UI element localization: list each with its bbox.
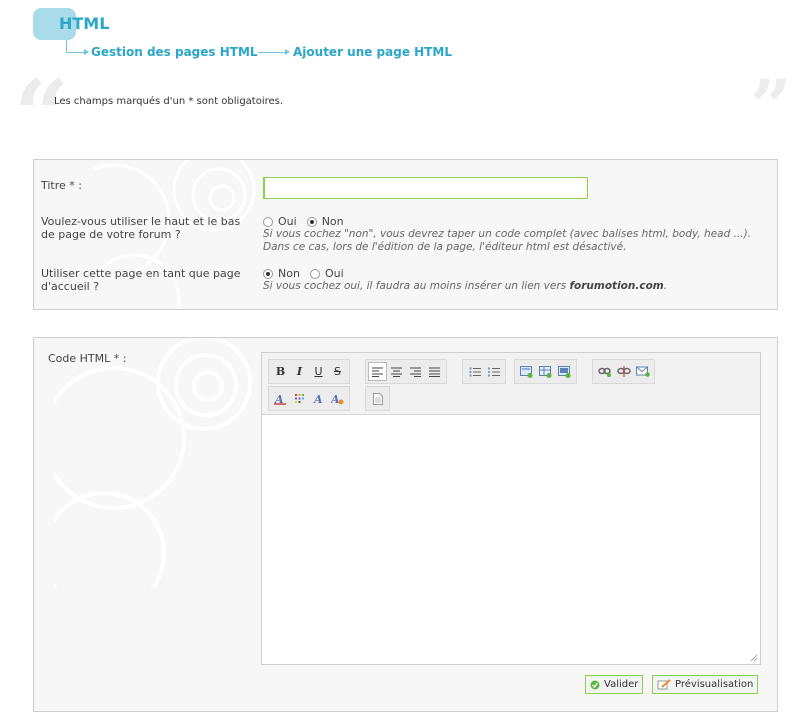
toolbar-group-insert (514, 359, 577, 384)
color-palette-icon (295, 394, 304, 403)
close-quote-icon: ” (750, 63, 792, 148)
svg-text:A: A (331, 393, 340, 405)
font-size-icon: A (313, 393, 323, 405)
insert-email-button[interactable] (633, 362, 652, 381)
image-icon (520, 365, 533, 378)
title-input[interactable] (263, 177, 588, 199)
align-justify-button[interactable] (425, 362, 444, 381)
html-editor: B I U S A A A (261, 352, 761, 665)
homepage-yes-label: Oui (324, 267, 344, 280)
open-quote-icon: “ (14, 59, 70, 172)
header-footer-help-line2: Dans ce cas, lors de l'édition de la pag… (263, 241, 627, 253)
check-icon (590, 680, 600, 689)
underline-button[interactable]: U (309, 362, 328, 381)
media-icon (558, 365, 571, 378)
resize-handle-icon[interactable] (750, 654, 758, 662)
font-size-button[interactable]: A (309, 389, 328, 408)
homepage-help-link: forumotion.com (569, 280, 664, 292)
font-family-icon: A (274, 393, 286, 405)
link-icon (597, 367, 611, 377)
header-footer-yes-label: Oui (278, 215, 297, 228)
validate-button[interactable]: Valider (585, 675, 644, 694)
toolbar-group-align (365, 359, 447, 384)
document-icon (372, 392, 383, 405)
title-label: Titre * : (41, 179, 82, 192)
insert-table-button[interactable] (536, 362, 555, 381)
toolbar-group-lists (462, 359, 506, 384)
table-icon (539, 365, 552, 378)
pencil-icon (657, 679, 671, 690)
code-textarea[interactable] (262, 415, 760, 664)
align-center-button[interactable] (387, 362, 406, 381)
breadcrumb-connector (66, 52, 86, 53)
homepage-options: Non Oui (263, 267, 354, 280)
font-family-button[interactable]: A (271, 389, 290, 408)
breadcrumb-arrow-icon (84, 49, 89, 55)
breadcrumb-arrow-icon (285, 49, 290, 55)
strikethrough-button[interactable]: S (328, 362, 347, 381)
bullet-list-icon (468, 366, 481, 377)
header-footer-help: Si vous cochez "non", vous devrez taper … (263, 228, 773, 254)
align-left-button[interactable] (368, 362, 387, 381)
toolbar-group-source (365, 386, 390, 411)
svg-text:A: A (313, 393, 323, 405)
toolbar-group-format: A A A (268, 386, 350, 411)
homepage-help-text: Si vous cochez oui, il faudra au moins i… (263, 280, 570, 292)
email-icon (635, 366, 650, 377)
breadcrumb-item-manage-pages[interactable]: Gestion des pages HTML (91, 45, 258, 59)
header-footer-help-line1: Si vous cochez "non", vous devrez taper … (263, 228, 752, 240)
numbered-list-icon (487, 367, 500, 376)
homepage-label: Utiliser cette page en tant que page d'a… (41, 267, 241, 293)
homepage-no-radio[interactable] (263, 268, 273, 279)
page-settings-panel: Titre * : Voulez-vous utiliser le haut e… (33, 159, 778, 310)
toolbar-group-style: B I U S (268, 359, 350, 384)
align-left-icon (372, 367, 383, 377)
remove-format-button[interactable]: A (328, 389, 347, 408)
homepage-help: Si vous cochez oui, il faudra au moins i… (263, 280, 773, 293)
preview-button[interactable]: Prévisualisation (652, 675, 759, 694)
insert-image-button[interactable] (517, 362, 536, 381)
header-footer-no-radio[interactable] (306, 216, 317, 227)
align-right-icon (410, 367, 421, 377)
align-right-button[interactable] (406, 362, 425, 381)
header-footer-yes-radio[interactable] (263, 216, 273, 227)
required-fields-note: Les champs marqués d'un * sont obligatoi… (54, 96, 284, 107)
italic-button[interactable]: I (290, 362, 309, 381)
font-color-button[interactable] (290, 389, 309, 408)
page-title: HTML (59, 14, 110, 33)
align-center-icon (391, 367, 402, 377)
bold-button[interactable]: B (271, 362, 290, 381)
validate-label: Valider (604, 679, 639, 690)
homepage-help-suffix: . (663, 280, 668, 292)
breadcrumb-connector (258, 52, 286, 53)
remove-link-button[interactable] (614, 362, 633, 381)
align-justify-icon (429, 367, 440, 377)
breadcrumb-item-add-page[interactable]: Ajouter une page HTML (293, 45, 452, 59)
insert-link-button[interactable] (595, 362, 614, 381)
numbered-list-button[interactable] (484, 362, 503, 381)
preview-label: Prévisualisation (675, 679, 754, 690)
insert-media-button[interactable] (555, 362, 574, 381)
toolbar-group-links (592, 359, 655, 384)
header-footer-no-label: Non (321, 215, 344, 228)
remove-format-icon: A (331, 393, 344, 405)
code-label: Code HTML * : (48, 352, 127, 365)
bullet-list-button[interactable] (465, 362, 484, 381)
header-footer-label: Voulez-vous utiliser le haut et le bas d… (41, 215, 241, 241)
homepage-yes-radio[interactable] (309, 268, 320, 279)
homepage-no-label: Non (278, 267, 300, 280)
header-footer-options: Oui Non (263, 215, 354, 228)
html-code-panel: Code HTML * : B I U S A A A Valider Prév… (33, 337, 778, 712)
source-mode-button[interactable] (368, 389, 387, 408)
svg-text:A: A (274, 393, 284, 405)
editor-toolbar: B I U S A A A (262, 353, 760, 415)
unlink-icon (616, 366, 631, 377)
